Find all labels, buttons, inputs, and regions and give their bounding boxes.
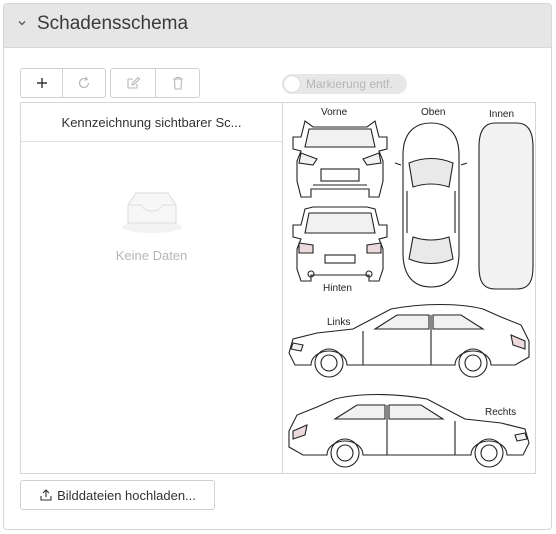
label-right: Rechts — [485, 407, 516, 418]
upload-label: Bilddateien hochladen... — [57, 487, 196, 503]
label-front: Vorne — [321, 107, 348, 118]
toggle-label: Markierung entf. — [306, 77, 393, 91]
remove-marking-toggle[interactable]: Markierung entf. — [282, 74, 407, 94]
toggle-knob — [284, 76, 300, 92]
refresh-button[interactable] — [63, 69, 105, 97]
label-rear: Hinten — [323, 283, 352, 294]
plus-icon — [36, 78, 47, 88]
car-front-view[interactable] — [292, 120, 388, 198]
toolbar-group-primary — [20, 68, 106, 98]
car-interior-view[interactable] — [478, 122, 534, 290]
panel-header[interactable]: Schadensschema — [4, 4, 551, 48]
toolbar-group-edit — [110, 68, 200, 98]
trash-icon — [172, 76, 183, 90]
edit-icon — [126, 76, 140, 89]
label-interior: Innen — [489, 109, 514, 120]
delete-button[interactable] — [156, 69, 199, 97]
car-rear-view[interactable] — [292, 206, 388, 282]
upload-icon — [39, 488, 53, 502]
column-header[interactable]: Kennzeichnung sichtbarer Sc... — [21, 103, 282, 142]
edit-button[interactable] — [111, 69, 155, 97]
empty-inbox-icon — [122, 192, 182, 233]
label-top: Oben — [421, 107, 445, 118]
empty-state-text: Keine Daten — [115, 248, 188, 263]
upload-images-button[interactable]: Bilddateien hochladen... — [20, 480, 215, 510]
refresh-icon — [78, 76, 90, 89]
label-left: Links — [327, 317, 350, 328]
car-right-side-view[interactable] — [288, 393, 530, 468]
vehicle-damage-diagram[interactable]: Vorne Oben Innen Hinten Links Rechts — [283, 103, 535, 473]
damage-scheme-panel: Schadensschema Markierung entf. Kennzeic… — [3, 3, 552, 530]
chevron-down-icon[interactable] — [16, 17, 28, 29]
car-top-view[interactable] — [394, 122, 468, 288]
panel-title: Schadensschema — [37, 13, 189, 34]
car-left-side-view[interactable] — [288, 303, 530, 378]
add-button[interactable] — [21, 69, 62, 97]
damage-grid: Kennzeichnung sichtbarer Sc... Keine Dat… — [20, 102, 536, 474]
